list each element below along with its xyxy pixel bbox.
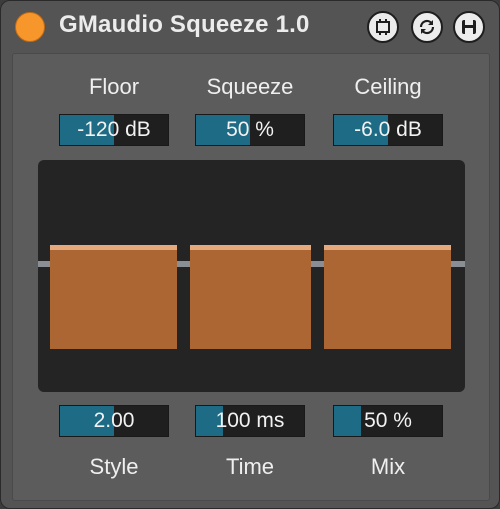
device-window: GMaudio Squeeze 1.0 Floor Squeeze Ceilin…	[0, 0, 500, 509]
hot-swap-button[interactable]	[367, 11, 399, 43]
bar-right[interactable]	[324, 245, 451, 349]
mix-value: 50 %	[364, 409, 412, 432]
floor-value: -120 dB	[77, 118, 151, 141]
hot-swap-icon	[376, 19, 390, 35]
title-bar: GMaudio Squeeze 1.0	[1, 1, 499, 53]
time-value: 100 ms	[215, 409, 285, 432]
style-number-box[interactable]: 2.00	[59, 405, 169, 437]
device-title: GMaudio Squeeze 1.0	[59, 11, 310, 38]
refresh-icon	[419, 19, 435, 35]
style-value: 2.00	[93, 409, 135, 432]
power-toggle[interactable]	[15, 12, 45, 42]
save-button[interactable]	[453, 11, 485, 43]
mix-number-box[interactable]: 50 %	[333, 405, 443, 437]
squeeze-label: Squeeze	[206, 74, 294, 99]
save-icon	[462, 20, 476, 34]
floor-label: Floor	[88, 74, 140, 99]
squeeze-number-box[interactable]: 50 %	[195, 114, 305, 146]
bar-middle[interactable]	[190, 245, 311, 349]
time-number-box[interactable]: 100 ms	[195, 405, 305, 437]
ceiling-value: -6.0 dB	[354, 118, 422, 141]
squeeze-display	[38, 160, 465, 392]
refresh-button[interactable]	[411, 11, 443, 43]
bar-middle-cap	[190, 245, 311, 250]
time-label: Time	[225, 454, 275, 479]
floor-number-box[interactable]: -120 dB	[59, 114, 169, 146]
ceiling-label: Ceiling	[354, 74, 422, 99]
bar-left[interactable]	[50, 245, 177, 349]
style-label: Style	[89, 454, 139, 479]
mix-label: Mix	[370, 454, 406, 479]
bar-left-cap	[50, 245, 177, 250]
ceiling-number-box[interactable]: -6.0 dB	[333, 114, 443, 146]
main-panel: Floor Squeeze Ceiling -120 dB 50 % -6.0 …	[12, 53, 490, 501]
squeeze-value: 50 %	[226, 118, 274, 141]
bar-right-cap	[324, 245, 451, 250]
